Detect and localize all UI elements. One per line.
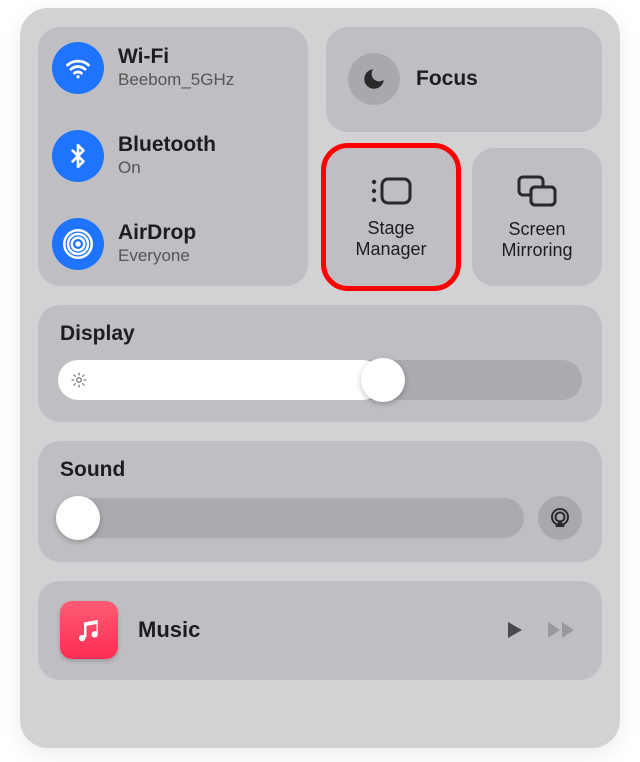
display-brightness-slider[interactable] — [58, 360, 582, 400]
bluetooth-toggle[interactable]: Bluetooth On — [52, 130, 294, 182]
bluetooth-title: Bluetooth — [118, 134, 216, 156]
wifi-title: Wi-Fi — [118, 46, 234, 68]
screen-mirroring-label: Screen Mirroring — [501, 219, 572, 260]
play-button[interactable] — [502, 618, 526, 642]
stage-manager-button[interactable]: Stage Manager — [326, 148, 456, 286]
airdrop-title: AirDrop — [118, 222, 196, 244]
control-center-panel: Wi-Fi Beebom_5GHz Bluetooth On — [20, 8, 620, 748]
focus-title: Focus — [416, 68, 478, 90]
wifi-subtitle: Beebom_5GHz — [118, 70, 234, 90]
focus-toggle[interactable]: Focus — [326, 26, 602, 132]
sound-tile: Sound — [38, 440, 602, 562]
sound-title: Sound — [60, 458, 582, 482]
connectivity-tile: Wi-Fi Beebom_5GHz Bluetooth On — [38, 26, 308, 286]
display-title: Display — [60, 322, 582, 346]
bluetooth-icon — [52, 130, 104, 182]
screen-mirroring-button[interactable]: Screen Mirroring — [472, 148, 602, 286]
airdrop-toggle[interactable]: AirDrop Everyone — [52, 218, 294, 270]
airplay-icon — [548, 506, 572, 530]
moon-icon — [348, 53, 400, 105]
wifi-icon — [52, 42, 104, 94]
next-track-button[interactable] — [546, 618, 580, 642]
music-app-icon — [60, 601, 118, 659]
display-tile: Display — [38, 304, 602, 422]
now-playing-title: Music — [138, 617, 482, 643]
airdrop-icon — [52, 218, 104, 270]
now-playing-tile[interactable]: Music — [38, 580, 602, 680]
screen-mirroring-icon — [515, 173, 559, 209]
wifi-toggle[interactable]: Wi-Fi Beebom_5GHz — [52, 42, 294, 94]
stage-manager-label: Stage Manager — [355, 218, 426, 259]
sound-volume-slider[interactable] — [58, 498, 524, 538]
bluetooth-subtitle: On — [118, 158, 216, 178]
airplay-audio-button[interactable] — [538, 496, 582, 540]
brightness-low-icon — [70, 371, 88, 389]
stage-manager-icon — [368, 174, 414, 208]
airdrop-subtitle: Everyone — [118, 246, 196, 266]
